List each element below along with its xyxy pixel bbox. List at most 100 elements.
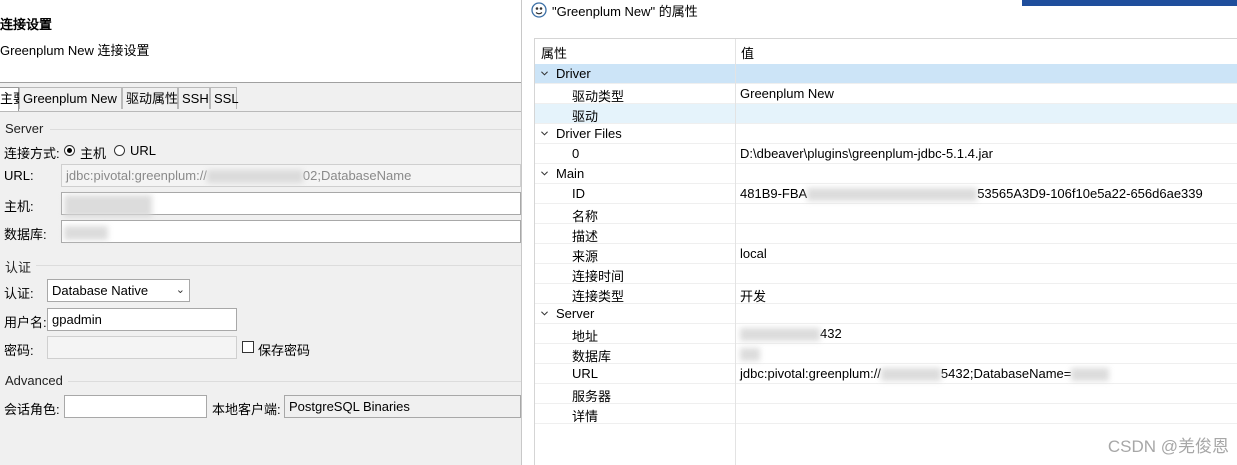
property-name: 连接类型 <box>572 289 625 304</box>
host-label: 主机: <box>4 199 34 214</box>
property-row[interactable]: 地址 432 <box>535 324 1237 344</box>
session-role-label: 会话角色: <box>4 402 60 417</box>
property-row[interactable]: 连接类型 开发 <box>535 284 1237 304</box>
property-row[interactable]: 详情 <box>535 404 1237 424</box>
property-name: ID <box>572 186 585 201</box>
redacted-url <box>206 170 303 184</box>
chevron-down-icon: ⌄ <box>175 284 185 296</box>
property-value-tail: 432 <box>820 326 842 341</box>
property-name: 详情 <box>572 409 599 424</box>
redacted-value <box>740 328 820 342</box>
property-value: 开发 <box>740 286 766 305</box>
radio-url[interactable] <box>114 145 125 156</box>
property-name: Main <box>556 166 585 181</box>
url-label: URL: <box>4 168 34 183</box>
database-field[interactable] <box>61 220 521 243</box>
property-name: Server <box>556 306 595 321</box>
tab-ssh[interactable]: SSH <box>178 87 210 109</box>
chevron-down-icon[interactable] <box>541 310 548 317</box>
property-value-text: jdbc:pivotal:greenplum:// <box>740 366 881 381</box>
category-row[interactable]: Main <box>535 164 1237 184</box>
redacted-value <box>880 368 941 382</box>
category-row[interactable]: Driver <box>535 64 1237 84</box>
property-name: 描述 <box>572 229 599 244</box>
property-value: 481B9-FBA 53565A3D9-106f10e5a22-656d6ae33… <box>740 186 1203 202</box>
url-field-value: jdbc:pivotal:greenplum:// <box>66 168 207 183</box>
password-field[interactable] <box>47 336 237 359</box>
property-row[interactable]: 0 D:\dbeaver\plugins\greenplum-jdbc-5.1.4… <box>535 144 1237 164</box>
username-label: 用户名: <box>4 315 47 330</box>
redacted-value <box>1071 368 1110 382</box>
redacted-value <box>740 348 760 362</box>
url-field-suffix: 02;DatabaseName <box>302 168 412 183</box>
auth-select-value: Database Native <box>52 283 149 298</box>
property-row[interactable]: ID 481B9-FBA 53565A3D9-106f10e5a22-656d6ae… <box>535 184 1237 204</box>
properties-table: 属性 值 Driver 驱动类型 Greenplum New 驱动 Driver Fil… <box>534 38 1237 465</box>
property-value-text: D:\dbeaver\plugins\greenplum-jdbc-5.1.4.… <box>740 146 993 161</box>
connection-settings-panel: 连接设置 Greenplum New 连接设置 主要 Greenplum New… <box>0 0 521 465</box>
property-row[interactable]: URL jdbc:pivotal:greenplum:// 5432;Databas… <box>535 364 1237 384</box>
database-label: 数据库: <box>4 227 47 242</box>
password-label: 密码: <box>4 343 34 358</box>
properties-window: "Greenplum New" 的属性 属性 值 Driver 驱动类型 Green… <box>521 0 1237 465</box>
category-row[interactable]: Server <box>535 304 1237 324</box>
radio-host-label: 主机 <box>80 146 107 161</box>
property-name: 驱动类型 <box>572 89 625 104</box>
radio-host[interactable] <box>64 145 75 156</box>
redacted-value <box>807 188 978 202</box>
session-role-field[interactable] <box>64 395 207 418</box>
tab-driver-properties[interactable]: 驱动属性 <box>122 87 178 109</box>
property-row[interactable]: 描述 <box>535 224 1237 244</box>
tab-greenplum[interactable]: Greenplum New <box>19 87 122 109</box>
property-value: local <box>740 246 767 261</box>
column-header-property[interactable]: 属性 <box>541 43 567 62</box>
server-group-rule <box>50 129 521 130</box>
watermark: CSDN @羌俊恩 <box>1107 437 1229 456</box>
auth-select[interactable]: Database Native ⌄ <box>47 279 190 302</box>
property-name: Driver <box>556 66 591 81</box>
property-row[interactable]: 驱动 <box>535 104 1237 124</box>
property-value <box>740 346 760 362</box>
settings-header: 连接设置 Greenplum New 连接设置 <box>0 0 521 83</box>
property-row[interactable]: 数据库 <box>535 344 1237 364</box>
chevron-down-icon[interactable] <box>541 70 548 77</box>
chevron-down-icon[interactable] <box>541 130 548 137</box>
chevron-down-icon[interactable] <box>541 170 548 177</box>
tab-main[interactable]: 主要 <box>0 87 26 111</box>
property-value-text: Greenplum New <box>740 86 834 101</box>
property-name: 来源 <box>572 249 599 264</box>
tab-ssl[interactable]: SSL <box>210 87 239 109</box>
column-header-value[interactable]: 值 <box>741 43 754 62</box>
advanced-group-title: Advanced <box>5 373 63 388</box>
auth-group-rule <box>36 265 521 266</box>
column-separator <box>735 39 736 465</box>
local-client-label: 本地客户端: <box>212 402 281 417</box>
property-value-text: 开发 <box>740 289 767 304</box>
property-value-text: local <box>740 246 767 261</box>
table-header: 属性 值 <box>535 39 1237 65</box>
page-subtitle: Greenplum New 连接设置 <box>0 43 150 58</box>
window-titlebar: "Greenplum New" 的属性 <box>522 0 1237 22</box>
property-row[interactable]: 名称 <box>535 204 1237 224</box>
save-password-label: 保存密码 <box>258 343 311 358</box>
property-name: 名称 <box>572 209 599 224</box>
radio-url-label: URL <box>130 143 157 158</box>
username-field[interactable]: gpadmin <box>47 308 237 331</box>
property-value: Greenplum New <box>740 86 834 101</box>
property-value: jdbc:pivotal:greenplum:// 5432;DatabaseNa… <box>740 366 1110 382</box>
local-client-select[interactable]: PostgreSQL Binaries <box>284 395 521 418</box>
property-row[interactable]: 服务器 <box>535 384 1237 404</box>
connect-mode-label: 连接方式: <box>4 146 60 161</box>
property-name: 连接时间 <box>572 269 625 284</box>
property-value-text: 481B9-FBA <box>740 186 808 201</box>
category-row[interactable]: Driver Files <box>535 124 1237 144</box>
property-row[interactable]: 来源 local <box>535 244 1237 264</box>
property-name: 服务器 <box>572 389 612 404</box>
url-field[interactable]: jdbc:pivotal:greenplum:// 02;DatabaseName <box>61 164 521 187</box>
page-title: 连接设置 <box>0 17 53 32</box>
auth-label: 认证: <box>4 286 34 301</box>
property-row[interactable]: 连接时间 <box>535 264 1237 284</box>
property-value-tail: 5432;DatabaseName= <box>940 366 1072 381</box>
property-row[interactable]: 驱动类型 Greenplum New <box>535 84 1237 104</box>
save-password-checkbox[interactable] <box>242 341 254 353</box>
